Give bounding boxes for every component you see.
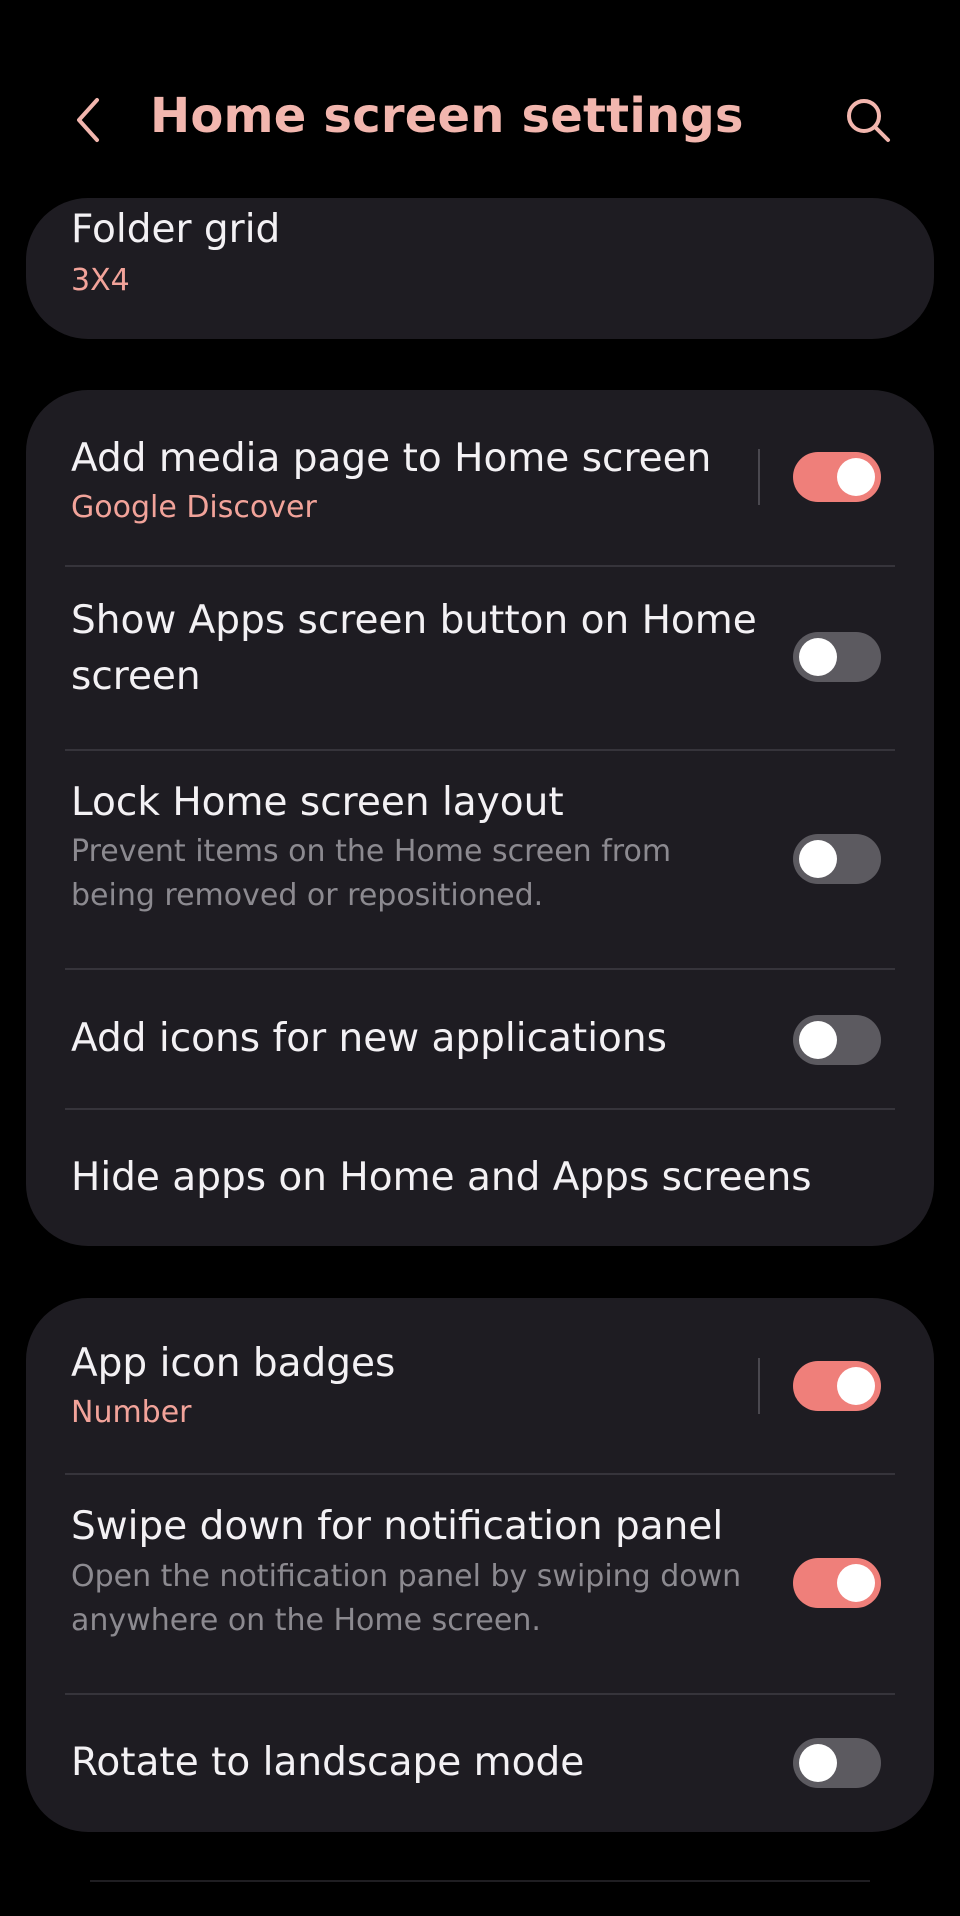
apps-button-title-line2: screen — [71, 654, 201, 699]
media-page-toggle[interactable] — [793, 452, 881, 502]
rotate-item[interactable]: Rotate to landscape mode — [26, 1695, 934, 1832]
vertical-divider — [758, 1358, 760, 1414]
apps-button-item[interactable]: Show Apps screen button on Home screen — [26, 567, 934, 749]
lock-layout-item[interactable]: Lock Home screen layout Prevent items on… — [26, 751, 934, 968]
media-page-title: Add media page to Home screen — [71, 436, 712, 481]
toggle-knob — [837, 458, 875, 496]
back-button[interactable] — [62, 94, 114, 146]
badges-subtitle: Number — [71, 1395, 192, 1430]
apps-button-title-line1: Show Apps screen button on Home — [71, 598, 757, 643]
swipe-down-desc-line1: Open the notification panel by swiping d… — [71, 1559, 742, 1594]
media-page-subtitle: Google Discover — [71, 490, 317, 525]
page-title: Home screen settings — [150, 88, 744, 144]
vertical-divider — [758, 449, 760, 505]
home-options-card: Add media page to Home screen Google Dis… — [26, 390, 934, 1246]
add-icons-title: Add icons for new applications — [71, 1016, 667, 1061]
swipe-down-title: Swipe down for notification panel — [71, 1504, 724, 1549]
apps-button-toggle[interactable] — [793, 632, 881, 682]
search-icon — [847, 99, 890, 142]
lock-layout-desc-line1: Prevent items on the Home screen from — [71, 834, 672, 869]
lock-layout-toggle[interactable] — [793, 834, 881, 884]
toggle-knob — [837, 1367, 875, 1405]
toggle-knob — [837, 1564, 875, 1602]
app-bar: Home screen settings — [0, 70, 960, 170]
lock-layout-desc-line2: being removed or repositioned. — [71, 878, 544, 913]
badges-toggle[interactable] — [793, 1361, 881, 1411]
rotate-toggle[interactable] — [793, 1738, 881, 1788]
folder-grid-value: 3X4 — [71, 263, 130, 298]
hide-apps-title: Hide apps on Home and Apps screens — [71, 1155, 812, 1200]
toggle-knob — [799, 1744, 837, 1782]
add-icons-item[interactable]: Add icons for new applications — [26, 970, 934, 1108]
bottom-divider — [90, 1880, 870, 1882]
swipe-down-desc-line2: anywhere on the Home screen. — [71, 1603, 541, 1638]
rotate-title: Rotate to landscape mode — [71, 1740, 585, 1785]
folder-grid-item[interactable]: Folder grid 3X4 — [26, 198, 934, 339]
toggle-knob — [799, 1021, 837, 1059]
toggle-knob — [799, 840, 837, 878]
badges-options-card: App icon badges Number Swipe down for no… — [26, 1298, 934, 1832]
lock-layout-title: Lock Home screen layout — [71, 780, 564, 825]
toggle-knob — [799, 638, 837, 676]
hide-apps-item[interactable]: Hide apps on Home and Apps screens — [26, 1110, 934, 1246]
swipe-down-item[interactable]: Swipe down for notification panel Open t… — [26, 1475, 934, 1693]
add-icons-toggle[interactable] — [793, 1015, 881, 1065]
chevron-left-icon — [77, 98, 99, 142]
swipe-down-toggle[interactable] — [793, 1558, 881, 1608]
settings-screen: Home screen settings Folder grid 3X4 Add… — [0, 0, 960, 1916]
badges-item[interactable]: App icon badges Number — [26, 1298, 934, 1473]
folder-grid-card: Folder grid 3X4 — [26, 198, 934, 339]
badges-title: App icon badges — [71, 1341, 396, 1386]
media-page-item[interactable]: Add media page to Home screen Google Dis… — [26, 390, 934, 565]
folder-grid-title: Folder grid — [71, 207, 281, 252]
search-button[interactable] — [840, 92, 896, 148]
